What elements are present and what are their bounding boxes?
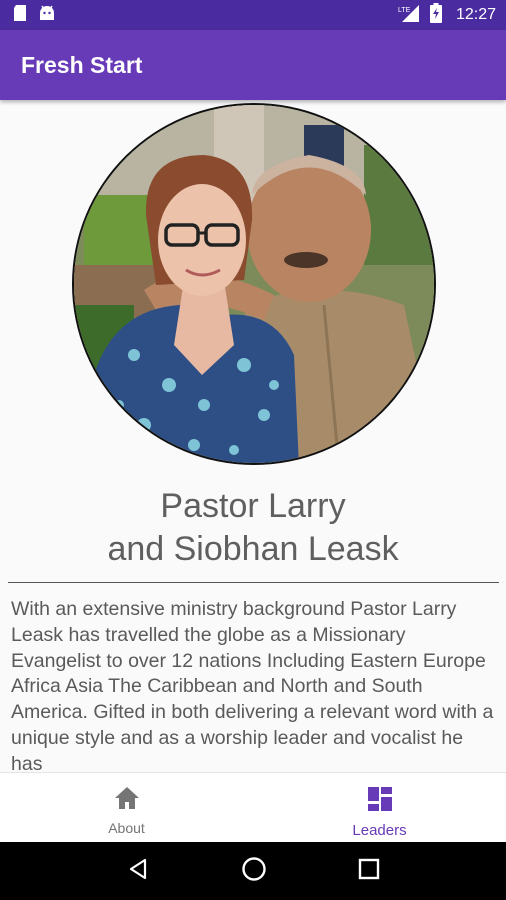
tab-about-label: About [108, 820, 145, 836]
divider [8, 582, 499, 583]
app-title: Fresh Start [21, 51, 143, 78]
status-bar: LTE 12:27 [0, 0, 506, 30]
back-icon[interactable] [126, 857, 150, 886]
leader-name: Pastor Larry and Siobhan Leask [0, 485, 506, 571]
recents-icon[interactable] [358, 858, 380, 885]
tab-leaders[interactable]: Leaders [253, 773, 506, 842]
dashboard-icon [367, 786, 393, 817]
system-navigation-bar [0, 842, 506, 900]
leader-name-line2: and Siobhan Leask [107, 530, 399, 568]
tab-leaders-label: Leaders [352, 822, 407, 839]
android-icon [38, 4, 56, 27]
leader-name-line1: Pastor Larry [160, 487, 346, 525]
leader-photo [72, 103, 436, 465]
tab-about[interactable]: About [0, 773, 253, 842]
app-bar: Fresh Start [0, 30, 506, 100]
leader-bio: With an extensive ministry background Pa… [11, 598, 494, 772]
battery-icon [429, 2, 442, 28]
leader-content[interactable]: Pastor Larry and Siobhan Leask With an e… [0, 100, 506, 772]
bottom-navigation: About Leaders [0, 772, 506, 842]
network-label: LTE [398, 7, 411, 14]
sd-card-icon [12, 4, 28, 27]
home-circle-icon[interactable] [241, 856, 267, 887]
status-time: 12:27 [455, 6, 496, 23]
signal-icon: LTE [398, 4, 420, 27]
home-icon [114, 786, 140, 815]
